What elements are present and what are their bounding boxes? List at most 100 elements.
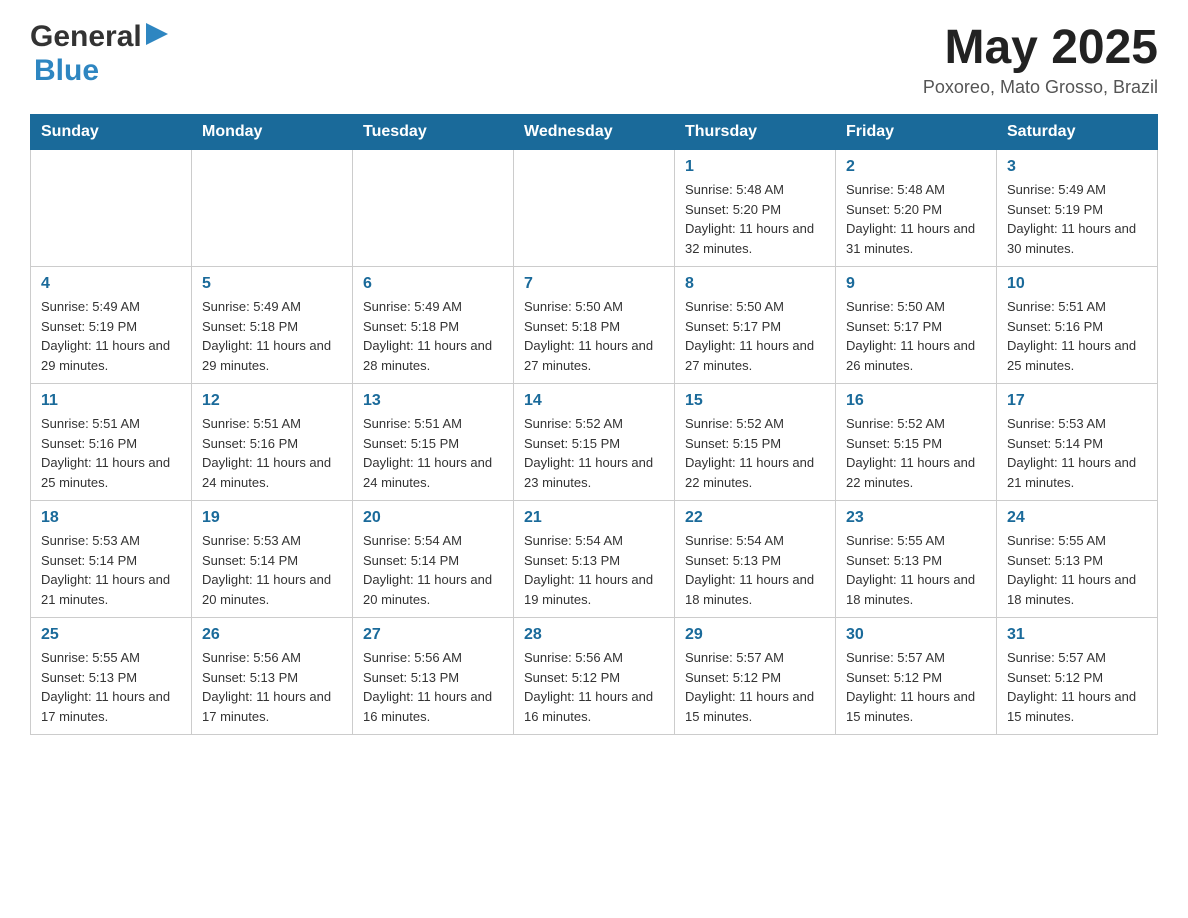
table-row: 27 Sunrise: 5:56 AMSunset: 5:13 PMDaylig… [353,618,514,735]
day-info: Sunrise: 5:54 AMSunset: 5:13 PMDaylight:… [685,533,814,607]
day-info: Sunrise: 5:51 AMSunset: 5:16 PMDaylight:… [1007,299,1136,373]
table-row: 22 Sunrise: 5:54 AMSunset: 5:13 PMDaylig… [675,501,836,618]
day-number: 14 [524,392,664,410]
day-info: Sunrise: 5:52 AMSunset: 5:15 PMDaylight:… [685,416,814,490]
logo-blue-text: Blue [34,54,99,88]
day-number: 10 [1007,275,1147,293]
calendar-week-row: 4 Sunrise: 5:49 AMSunset: 5:19 PMDayligh… [31,267,1158,384]
table-row: 3 Sunrise: 5:49 AMSunset: 5:19 PMDayligh… [997,150,1158,267]
day-info: Sunrise: 5:54 AMSunset: 5:13 PMDaylight:… [524,533,653,607]
col-thursday: Thursday [675,115,836,150]
day-info: Sunrise: 5:53 AMSunset: 5:14 PMDaylight:… [202,533,331,607]
day-number: 20 [363,509,503,527]
table-row: 17 Sunrise: 5:53 AMSunset: 5:14 PMDaylig… [997,384,1158,501]
table-row: 1 Sunrise: 5:48 AMSunset: 5:20 PMDayligh… [675,150,836,267]
day-info: Sunrise: 5:49 AMSunset: 5:19 PMDaylight:… [1007,182,1136,256]
day-info: Sunrise: 5:56 AMSunset: 5:13 PMDaylight:… [202,650,331,724]
day-number: 13 [363,392,503,410]
table-row: 31 Sunrise: 5:57 AMSunset: 5:12 PMDaylig… [997,618,1158,735]
month-year-title: May 2025 [923,20,1158,75]
table-row: 15 Sunrise: 5:52 AMSunset: 5:15 PMDaylig… [675,384,836,501]
table-row [192,150,353,267]
col-saturday: Saturday [997,115,1158,150]
day-number: 24 [1007,509,1147,527]
table-row: 5 Sunrise: 5:49 AMSunset: 5:18 PMDayligh… [192,267,353,384]
day-info: Sunrise: 5:48 AMSunset: 5:20 PMDaylight:… [846,182,975,256]
table-row: 12 Sunrise: 5:51 AMSunset: 5:16 PMDaylig… [192,384,353,501]
col-wednesday: Wednesday [514,115,675,150]
day-number: 27 [363,626,503,644]
day-number: 5 [202,275,342,293]
day-info: Sunrise: 5:55 AMSunset: 5:13 PMDaylight:… [1007,533,1136,607]
day-number: 7 [524,275,664,293]
calendar-week-row: 25 Sunrise: 5:55 AMSunset: 5:13 PMDaylig… [31,618,1158,735]
day-number: 19 [202,509,342,527]
day-number: 15 [685,392,825,410]
day-number: 31 [1007,626,1147,644]
day-info: Sunrise: 5:55 AMSunset: 5:13 PMDaylight:… [846,533,975,607]
day-number: 25 [41,626,181,644]
day-info: Sunrise: 5:57 AMSunset: 5:12 PMDaylight:… [846,650,975,724]
day-info: Sunrise: 5:51 AMSunset: 5:16 PMDaylight:… [41,416,170,490]
table-row: 20 Sunrise: 5:54 AMSunset: 5:14 PMDaylig… [353,501,514,618]
day-number: 16 [846,392,986,410]
table-row [514,150,675,267]
table-row: 30 Sunrise: 5:57 AMSunset: 5:12 PMDaylig… [836,618,997,735]
day-info: Sunrise: 5:52 AMSunset: 5:15 PMDaylight:… [524,416,653,490]
day-number: 12 [202,392,342,410]
day-number: 17 [1007,392,1147,410]
day-number: 8 [685,275,825,293]
day-info: Sunrise: 5:53 AMSunset: 5:14 PMDaylight:… [1007,416,1136,490]
day-number: 18 [41,509,181,527]
logo-general-text: General [30,20,142,54]
day-info: Sunrise: 5:55 AMSunset: 5:13 PMDaylight:… [41,650,170,724]
day-info: Sunrise: 5:51 AMSunset: 5:15 PMDaylight:… [363,416,492,490]
day-number: 11 [41,392,181,410]
col-friday: Friday [836,115,997,150]
table-row: 7 Sunrise: 5:50 AMSunset: 5:18 PMDayligh… [514,267,675,384]
day-info: Sunrise: 5:56 AMSunset: 5:13 PMDaylight:… [363,650,492,724]
table-row: 21 Sunrise: 5:54 AMSunset: 5:13 PMDaylig… [514,501,675,618]
table-row: 14 Sunrise: 5:52 AMSunset: 5:15 PMDaylig… [514,384,675,501]
day-info: Sunrise: 5:50 AMSunset: 5:18 PMDaylight:… [524,299,653,373]
title-block: May 2025 Poxoreo, Mato Grosso, Brazil [923,20,1158,98]
day-info: Sunrise: 5:49 AMSunset: 5:18 PMDaylight:… [363,299,492,373]
table-row: 13 Sunrise: 5:51 AMSunset: 5:15 PMDaylig… [353,384,514,501]
day-number: 23 [846,509,986,527]
table-row: 24 Sunrise: 5:55 AMSunset: 5:13 PMDaylig… [997,501,1158,618]
day-number: 30 [846,626,986,644]
day-number: 29 [685,626,825,644]
table-row: 26 Sunrise: 5:56 AMSunset: 5:13 PMDaylig… [192,618,353,735]
day-info: Sunrise: 5:53 AMSunset: 5:14 PMDaylight:… [41,533,170,607]
day-number: 4 [41,275,181,293]
day-info: Sunrise: 5:57 AMSunset: 5:12 PMDaylight:… [1007,650,1136,724]
table-row: 18 Sunrise: 5:53 AMSunset: 5:14 PMDaylig… [31,501,192,618]
day-info: Sunrise: 5:54 AMSunset: 5:14 PMDaylight:… [363,533,492,607]
table-row: 6 Sunrise: 5:49 AMSunset: 5:18 PMDayligh… [353,267,514,384]
day-info: Sunrise: 5:49 AMSunset: 5:19 PMDaylight:… [41,299,170,373]
calendar-week-row: 11 Sunrise: 5:51 AMSunset: 5:16 PMDaylig… [31,384,1158,501]
day-info: Sunrise: 5:51 AMSunset: 5:16 PMDaylight:… [202,416,331,490]
day-number: 28 [524,626,664,644]
day-info: Sunrise: 5:48 AMSunset: 5:20 PMDaylight:… [685,182,814,256]
table-row: 29 Sunrise: 5:57 AMSunset: 5:12 PMDaylig… [675,618,836,735]
day-number: 9 [846,275,986,293]
calendar-header-row: Sunday Monday Tuesday Wednesday Thursday… [31,115,1158,150]
logo-arrow-icon [146,23,168,50]
table-row: 2 Sunrise: 5:48 AMSunset: 5:20 PMDayligh… [836,150,997,267]
col-tuesday: Tuesday [353,115,514,150]
table-row: 8 Sunrise: 5:50 AMSunset: 5:17 PMDayligh… [675,267,836,384]
day-info: Sunrise: 5:56 AMSunset: 5:12 PMDaylight:… [524,650,653,724]
day-info: Sunrise: 5:57 AMSunset: 5:12 PMDaylight:… [685,650,814,724]
day-number: 22 [685,509,825,527]
table-row: 16 Sunrise: 5:52 AMSunset: 5:15 PMDaylig… [836,384,997,501]
day-number: 1 [685,158,825,176]
table-row: 28 Sunrise: 5:56 AMSunset: 5:12 PMDaylig… [514,618,675,735]
day-number: 26 [202,626,342,644]
table-row [31,150,192,267]
calendar-table: Sunday Monday Tuesday Wednesday Thursday… [30,114,1158,735]
table-row: 25 Sunrise: 5:55 AMSunset: 5:13 PMDaylig… [31,618,192,735]
day-number: 2 [846,158,986,176]
table-row: 23 Sunrise: 5:55 AMSunset: 5:13 PMDaylig… [836,501,997,618]
table-row: 10 Sunrise: 5:51 AMSunset: 5:16 PMDaylig… [997,267,1158,384]
